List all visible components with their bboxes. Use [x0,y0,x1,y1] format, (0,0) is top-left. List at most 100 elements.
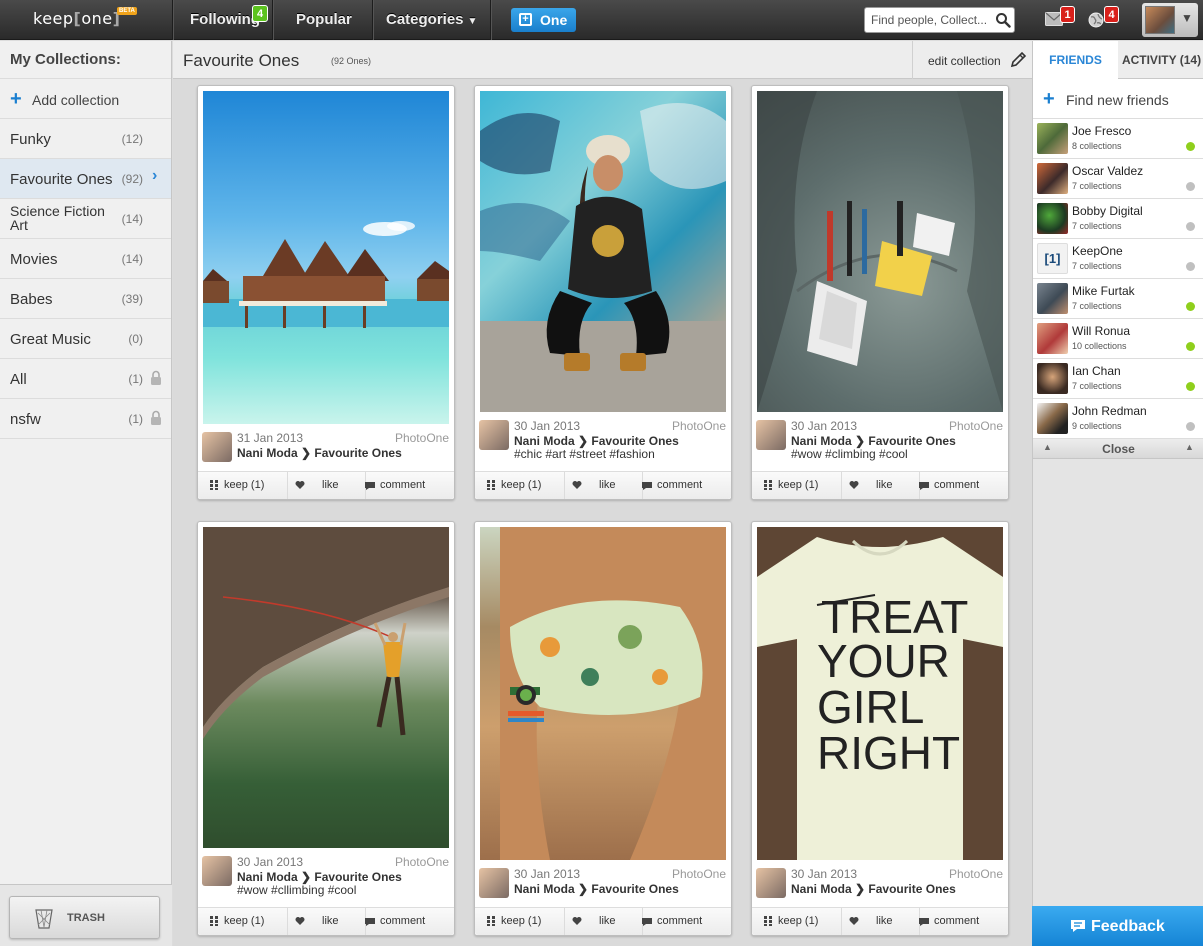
like-button[interactable]: like [288,472,366,499]
card-photo[interactable]: TREAT YOUR GIRL RIGHT [757,527,1003,860]
search-icon[interactable] [995,12,1011,28]
one-card: 30 Jan 2013 PhotoOne Nani Moda ❯ Favouri… [474,521,732,936]
avatar[interactable] [479,868,509,898]
avatar[interactable] [479,420,509,450]
sidebar-item-science-fiction-art[interactable]: Science Fiction Art (14) [0,199,171,239]
heart-icon [849,917,859,925]
card-user: Nani Moda [791,882,852,896]
card-path[interactable]: Nani Moda ❯ Favourite Ones [514,434,679,448]
sidebar-item-babes[interactable]: Babes (39) [0,279,171,319]
keep-button[interactable]: keep (1) [475,908,565,935]
like-label: like [322,915,339,927]
friend-collections: 7 collections [1072,261,1122,271]
card-collection: Favourite Ones [314,870,402,884]
friend-item[interactable]: Ian Chan 7 collections [1033,359,1203,399]
card-path[interactable]: Nani Moda ❯ Favourite Ones [791,882,956,896]
friend-item[interactable]: Oscar Valdez 7 collections [1033,159,1203,199]
friends-panel: FRIENDS ACTIVITY (14) + Find new friends… [1032,41,1203,946]
close-label: Close [1102,442,1135,456]
like-button[interactable]: like [288,908,366,935]
card-photo[interactable] [203,91,449,424]
keep-button[interactable]: keep (1) [475,472,565,499]
nav-following[interactable]: Following [190,0,260,40]
friend-item[interactable]: Mike Furtak 7 collections [1033,279,1203,319]
comment-button[interactable]: comment [919,908,1008,935]
keep-button[interactable]: keep (1) [198,472,288,499]
collection-count: (39) [121,292,143,306]
add-collection-button[interactable]: + Add collection [0,79,171,119]
ones-grid: 31 Jan 2013 PhotoOne Nani Moda ❯ Favouri… [173,79,1032,946]
card-meta: 30 Jan 2013 PhotoOne Nani Moda ❯ Favouri… [475,864,731,904]
card-path[interactable]: Nani Moda ❯ Favourite Ones [791,434,956,448]
trash-button[interactable]: TRASH [9,896,160,939]
like-button[interactable]: like [565,908,643,935]
card-photo[interactable] [480,91,726,412]
tab-friends[interactable]: FRIENDS [1033,41,1118,79]
card-path[interactable]: Nani Moda ❯ Favourite Ones [514,882,679,896]
collection-name: Favourite Ones [10,171,113,188]
close-panel-button[interactable]: ▲ Close ▲ [1033,439,1203,459]
shirt-line-4: RIGHT [817,727,960,779]
keepone-logo[interactable]: keep[one] [33,9,120,28]
card-user: Nani Moda [514,434,575,448]
friend-item[interactable]: Will Ronua 10 collections [1033,319,1203,359]
comment-icon [919,918,929,926]
nav-categories[interactable]: Categories ▼ [386,0,477,40]
like-button[interactable]: like [842,908,920,935]
search-input[interactable] [871,11,991,29]
nav-popular[interactable]: Popular [296,0,352,40]
keep-button[interactable]: keep (1) [198,908,288,935]
user-menu[interactable]: ▼ [1142,3,1198,37]
sidebar-item-movies[interactable]: Movies (14) [0,239,171,279]
comment-icon [365,482,375,490]
avatar[interactable] [202,432,232,462]
tab-activity[interactable]: ACTIVITY (14) [1119,41,1203,79]
sidebar-item-nsfw[interactable]: nsfw (1) [0,399,171,439]
sidebar-item-great-music[interactable]: Great Music (0) [0,319,171,359]
avatar[interactable] [202,856,232,886]
globe-icon[interactable] [1088,12,1104,28]
sidebar-item-all[interactable]: All (1) [0,359,171,399]
trash-label: TRASH [67,912,105,924]
friend-collections: 7 collections [1072,301,1122,311]
sidebar-item-funky[interactable]: Funky (12) [0,119,171,159]
comment-button[interactable]: comment [642,472,731,499]
lock-icon [151,410,161,425]
like-button[interactable]: like [842,472,920,499]
friend-item[interactable]: Joe Fresco 8 collections [1033,119,1203,159]
heart-icon [295,917,305,925]
collection-count: (92) [121,172,143,186]
sidebar-item-favourite-ones[interactable]: Favourite Ones (92) › [0,159,171,199]
card-user: Nani Moda [237,446,298,460]
card-path[interactable]: Nani Moda ❯ Favourite Ones [237,446,402,460]
card-source: PhotoOne [948,867,1003,881]
keep-button[interactable]: keep (1) [752,908,842,935]
avatar[interactable] [756,868,786,898]
keep-icon [764,916,772,926]
friend-item[interactable]: Bobby Digital 7 collections [1033,199,1203,239]
friend-collections: 7 collections [1072,381,1122,391]
feedback-button[interactable]: Feedback [1032,906,1203,946]
edit-collection-button[interactable]: edit collection [912,41,1032,79]
card-tags[interactable]: #chic #art #street #fashion [514,447,655,461]
keep-label: keep (1) [778,479,819,491]
card-photo[interactable] [203,527,449,848]
like-button[interactable]: like [565,472,643,499]
friend-item[interactable]: [1] KeepOne 7 collections [1033,239,1203,279]
one-card: TREAT YOUR GIRL RIGHT 30 Jan 2013 PhotoO… [751,521,1009,936]
friend-item[interactable]: John Redman 9 collections [1033,399,1203,439]
comment-button[interactable]: comment [365,472,454,499]
keep-button[interactable]: keep (1) [752,472,842,499]
card-photo[interactable] [757,91,1003,412]
card-tags[interactable]: #wow #cllimbing #cool [237,883,356,897]
add-one-button[interactable]: + One [511,8,576,32]
card-tags[interactable]: #wow #climbing #cool [791,447,908,461]
comment-button[interactable]: comment [642,908,731,935]
avatar[interactable] [756,420,786,450]
card-user: Nani Moda [237,870,298,884]
card-path[interactable]: Nani Moda ❯ Favourite Ones [237,870,402,884]
card-photo[interactable] [480,527,726,860]
find-new-friends-button[interactable]: + Find new friends [1033,79,1203,119]
comment-button[interactable]: comment [365,908,454,935]
comment-button[interactable]: comment [919,472,1008,499]
